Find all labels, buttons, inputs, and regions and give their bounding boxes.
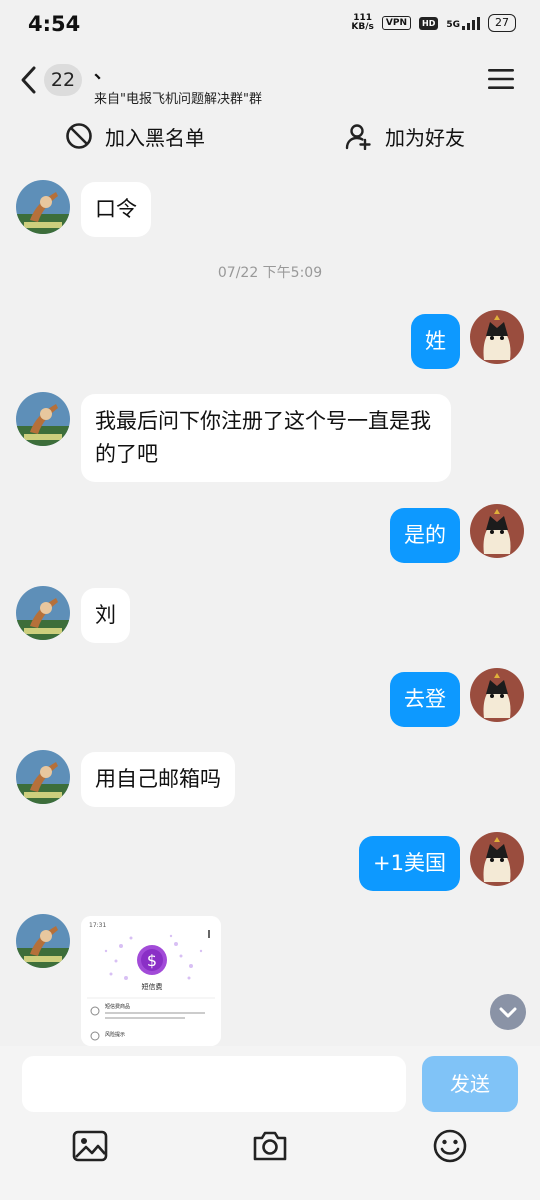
hd-icon: HD	[419, 16, 439, 30]
add-friend-label: 加为好友	[385, 125, 465, 150]
message-bubble-outgoing[interactable]: 去登	[390, 672, 460, 727]
input-bar: 发送	[0, 1046, 540, 1200]
chat-subtitle: 来自"电报飞机问题解决群"群	[94, 92, 262, 107]
message-bubble-outgoing[interactable]: 是的	[390, 508, 460, 563]
svg-text:短信费: 短信费	[142, 982, 163, 991]
block-label: 加入黑名单	[105, 125, 205, 150]
battery-icon: 27	[488, 14, 516, 32]
camera-icon[interactable]	[250, 1126, 290, 1166]
svg-text:$: $	[147, 951, 157, 970]
svg-text:短信费商品: 短信费商品	[105, 1003, 130, 1010]
add-user-icon	[345, 124, 371, 150]
my-avatar[interactable]	[470, 504, 524, 558]
image-icon[interactable]	[70, 1126, 110, 1166]
contact-avatar[interactable]	[16, 586, 70, 640]
unread-count-badge[interactable]: 22	[44, 64, 82, 96]
message-bubble-outgoing[interactable]: +1美国	[359, 836, 460, 891]
message-list[interactable]: 口令 07/22 下午5:09 姓 我最后问下你注册了这个号一直是我的了吧 是的	[0, 164, 540, 1046]
contact-avatar[interactable]	[16, 180, 70, 234]
my-avatar[interactable]	[470, 668, 524, 722]
back-icon[interactable]	[18, 64, 42, 96]
add-friend-button[interactable]: 加为好友	[270, 108, 540, 164]
screenshot-thumbnail: 17:31 $ 短信费 短信费商品 风险提示	[81, 916, 221, 1046]
message-bubble-incoming[interactable]: 用自己邮箱吗	[81, 752, 235, 807]
message-bubble-outgoing[interactable]: 姓	[411, 314, 460, 369]
chat-name: 、	[94, 62, 112, 83]
my-avatar[interactable]	[470, 832, 524, 886]
action-bar: 加入黑名单 加为好友	[0, 108, 540, 164]
contact-avatar[interactable]	[16, 914, 70, 968]
svg-text:17:31: 17:31	[89, 922, 106, 929]
chevron-down-icon	[499, 1007, 517, 1018]
vpn-icon: VPN	[381, 16, 411, 30]
emoji-icon[interactable]	[430, 1126, 470, 1166]
svg-text:风险提示: 风险提示	[105, 1031, 125, 1038]
contact-avatar[interactable]	[16, 750, 70, 804]
my-avatar[interactable]	[470, 310, 524, 364]
status-time: 4:54	[28, 12, 81, 36]
menu-icon[interactable]	[488, 68, 514, 90]
chat-header: 22 、 来自"电报飞机问题解决群"群	[0, 56, 540, 107]
message-input[interactable]	[22, 1056, 406, 1112]
message-bubble-incoming[interactable]: 刘	[81, 588, 130, 643]
status-bar: 4:54 111 KB/s VPN HD 5G 27	[0, 0, 540, 48]
message-timestamp: 07/22 下午5:09	[217, 265, 323, 281]
net-speed: 111 KB/s	[351, 13, 374, 32]
message-bubble-incoming[interactable]: 我最后问下你注册了这个号一直是我的了吧	[81, 394, 451, 482]
block-icon	[66, 123, 92, 149]
block-button[interactable]: 加入黑名单	[0, 108, 270, 164]
message-bubble-incoming[interactable]: 口令	[81, 182, 151, 237]
image-message[interactable]: 17:31 $ 短信费 短信费商品 风险提示	[81, 916, 221, 1046]
status-icons: 111 KB/s VPN HD 5G 27	[351, 14, 516, 32]
send-button[interactable]: 发送	[422, 1056, 518, 1112]
signal-icon: 5G	[446, 16, 480, 30]
scroll-down-button[interactable]	[490, 994, 526, 1030]
contact-avatar[interactable]	[16, 392, 70, 446]
